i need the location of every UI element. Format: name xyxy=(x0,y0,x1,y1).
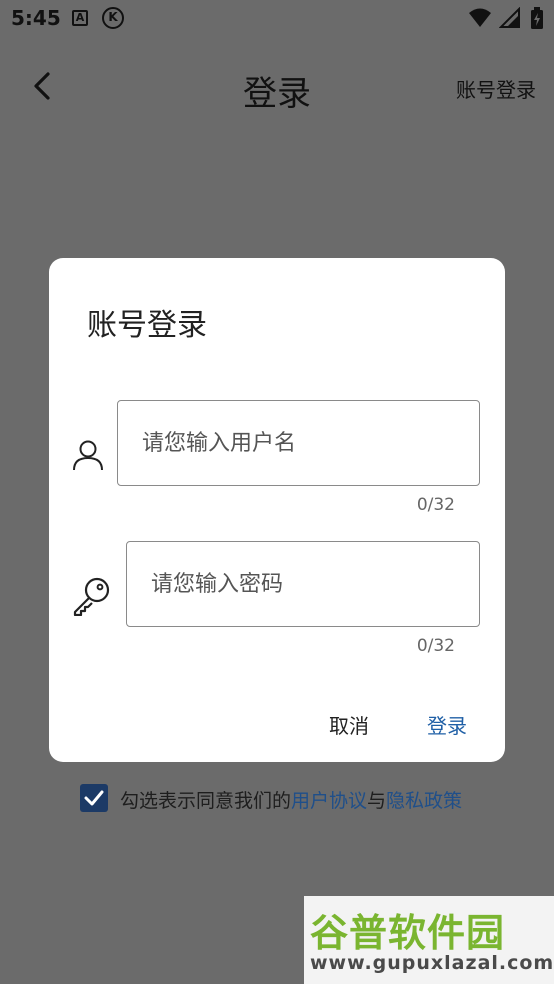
k-notification-icon: K xyxy=(102,7,124,29)
watermark-url: www.gupuxlazal.com xyxy=(310,952,554,974)
password-field[interactable] xyxy=(126,541,480,627)
dialog-title: 账号登录 xyxy=(87,308,207,343)
app-bar: 登录 账号登录 xyxy=(0,38,554,134)
username-field[interactable] xyxy=(117,400,480,486)
status-time: 5:45 xyxy=(11,6,61,30)
signal-icon xyxy=(498,7,520,28)
login-button[interactable]: 登录 xyxy=(427,710,467,739)
watermark-logo-text: 谷普软件园 xyxy=(310,911,506,955)
watermark: 谷普软件园 www.gupuxlazal.com xyxy=(304,896,554,984)
password-input[interactable] xyxy=(151,542,463,626)
password-counter: 0/32 xyxy=(416,636,455,656)
agreement-text: 勾选表示同意我们的用户协议与隐私政策 xyxy=(120,786,462,813)
status-bar: 5:45 A K xyxy=(0,0,554,38)
login-dialog: 账号登录 0/32 0/32 取消 登录 xyxy=(49,258,505,762)
cancel-button[interactable]: 取消 xyxy=(329,710,369,739)
battery-charging-icon xyxy=(531,7,543,29)
agreement-joiner: 与 xyxy=(367,790,387,812)
user-icon xyxy=(73,440,103,471)
agree-checkbox[interactable] xyxy=(80,784,108,812)
a-notification-icon: A xyxy=(72,10,88,26)
user-agreement-link[interactable]: 用户协议 xyxy=(291,790,367,812)
username-input[interactable] xyxy=(142,401,463,485)
status-right-icons xyxy=(468,7,544,29)
username-counter: 0/32 xyxy=(416,495,455,515)
key-icon xyxy=(73,577,110,616)
privacy-policy-link[interactable]: 隐私政策 xyxy=(386,790,462,812)
agreement-prefix: 勾选表示同意我们的 xyxy=(120,790,292,812)
account-login-link[interactable]: 账号登录 xyxy=(456,74,536,103)
checkmark-icon xyxy=(84,790,104,806)
wifi-icon xyxy=(468,8,491,27)
